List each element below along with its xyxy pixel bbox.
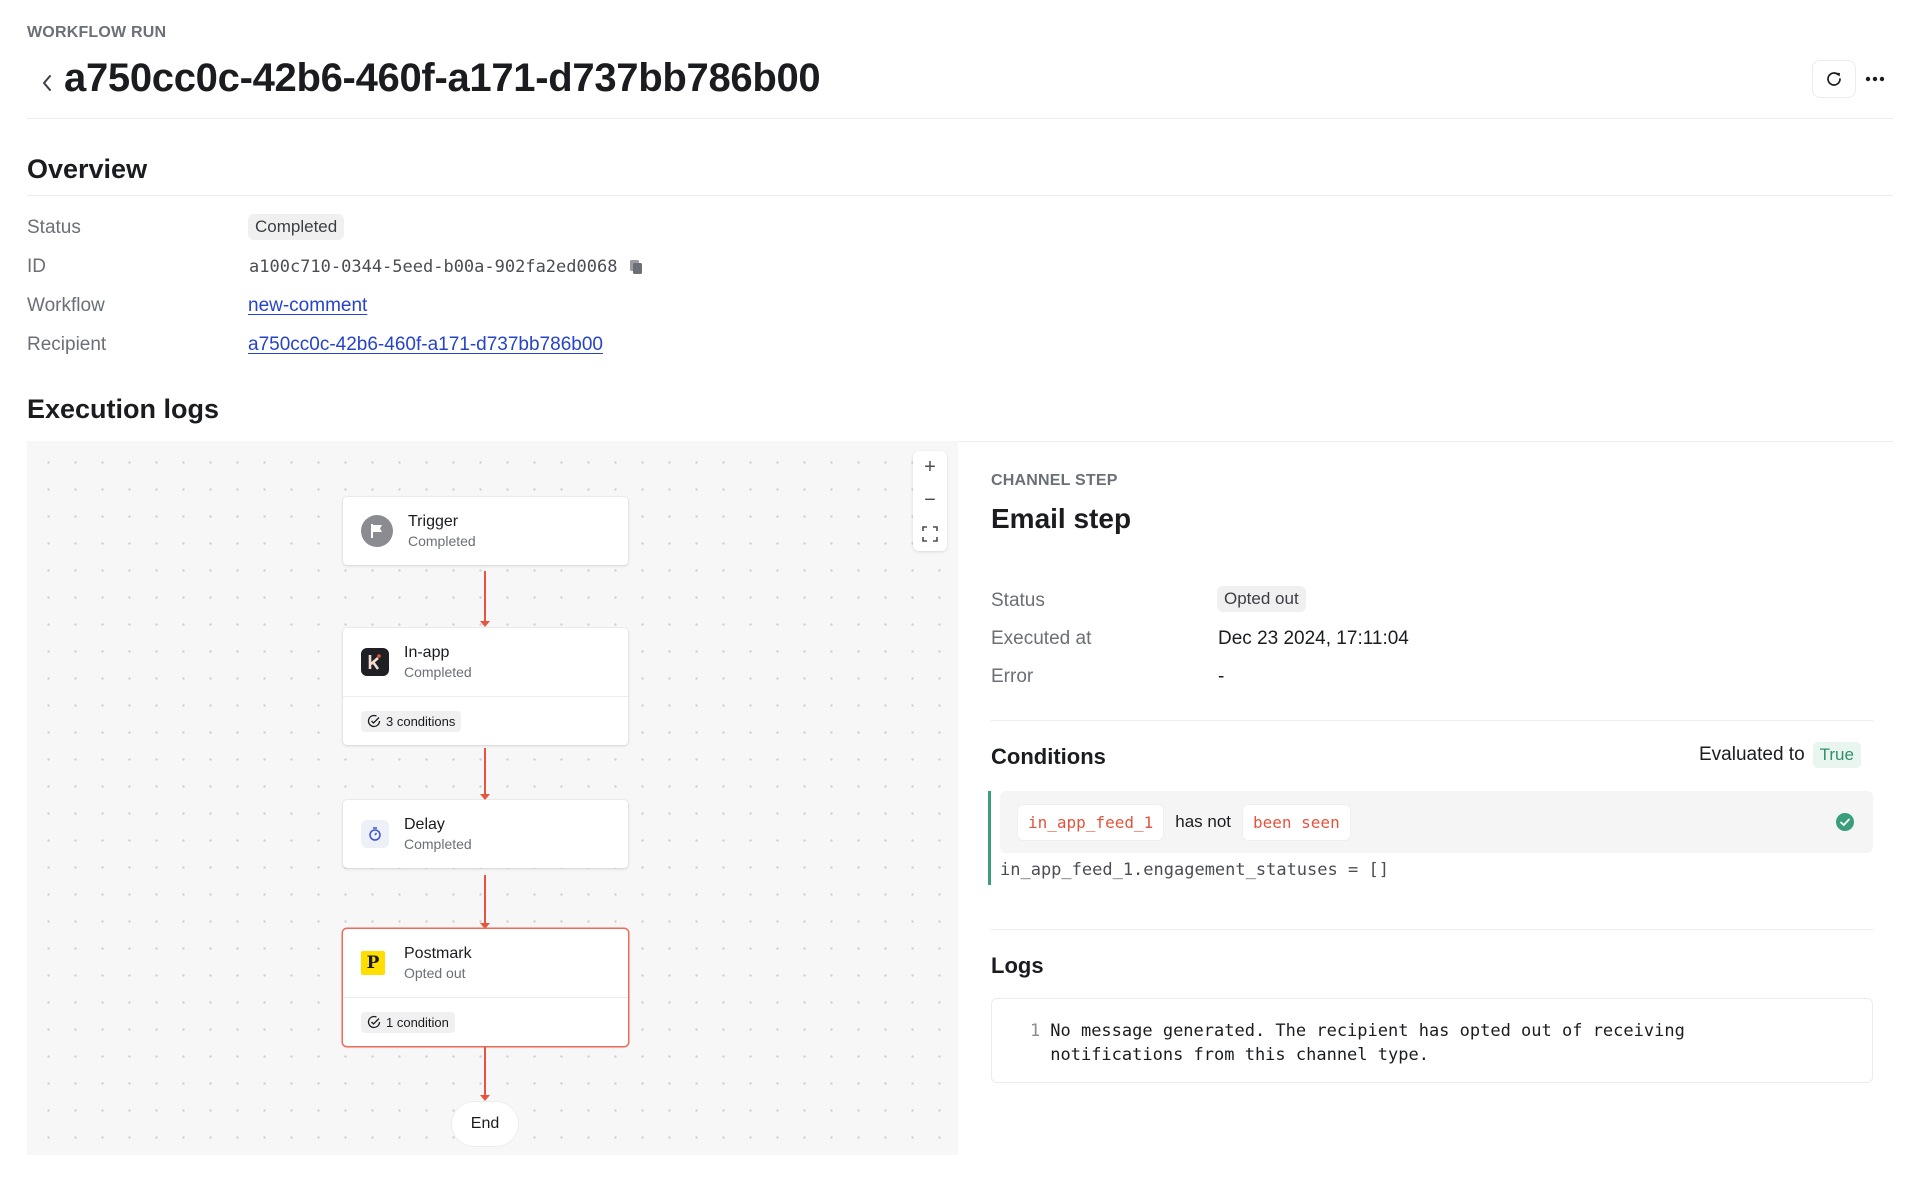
execution-divider xyxy=(958,441,1893,442)
edge-connector xyxy=(480,875,490,929)
node-title: In-app xyxy=(404,644,450,661)
timer-icon xyxy=(361,820,389,848)
node-status: Completed xyxy=(408,533,476,549)
log-viewer: 1 No message generated. The recipient ha… xyxy=(991,998,1873,1083)
copy-icon xyxy=(630,260,643,274)
check-passed-icon xyxy=(1835,812,1855,837)
error-label: Error xyxy=(991,666,1034,687)
node-trigger[interactable]: Trigger Completed xyxy=(343,497,628,565)
header-divider xyxy=(27,118,1893,119)
log-line-text: No message generated. The recipient has … xyxy=(1050,1021,1685,1065)
node-title: Delay xyxy=(404,816,445,833)
fit-view-icon xyxy=(922,526,938,543)
conditions-chip[interactable]: 3 conditions xyxy=(361,710,462,732)
page-title: a750cc0c-42b6-460f-a171-d737bb786b00 xyxy=(64,56,821,100)
run-id-value: a100c710-0344-5eed-b00a-902fa2ed0068 xyxy=(249,257,618,277)
log-line-number: 1 xyxy=(1030,1021,1041,1041)
overview-id-label: ID xyxy=(27,256,46,277)
edge-connector xyxy=(480,1047,490,1101)
check-circle-icon xyxy=(367,1015,381,1029)
condition-row: in_app_feed_1 has not been seen xyxy=(1000,791,1873,853)
overview-divider xyxy=(27,195,1893,196)
executed-at-label: Executed at xyxy=(991,628,1092,649)
step-divider xyxy=(991,720,1873,721)
overview-recipient-label: Recipient xyxy=(27,334,107,355)
edge-connector xyxy=(480,571,490,627)
step-title: Email step xyxy=(991,503,1132,534)
executed-at-value: Dec 23 2024, 17:11:04 xyxy=(1218,628,1409,649)
node-title: Trigger xyxy=(408,513,459,530)
flag-icon xyxy=(361,515,393,547)
conditions-chip[interactable]: 1 condition xyxy=(361,1011,455,1033)
zoom-in-button[interactable]: + xyxy=(913,451,947,484)
condition-operator: has not xyxy=(1175,812,1231,831)
execution-logs-title: Execution logs xyxy=(27,394,220,424)
edge-connector xyxy=(480,748,490,800)
recipient-link[interactable]: a750cc0c-42b6-460f-a171-d737bb786b00 xyxy=(248,334,603,355)
condition-variable: in_app_feed_1 xyxy=(1018,804,1164,840)
node-status: Completed xyxy=(404,664,472,680)
copy-id-button[interactable] xyxy=(629,259,643,275)
node-status: Opted out xyxy=(404,965,466,981)
more-options-button[interactable] xyxy=(1860,64,1890,94)
logs-title: Logs xyxy=(991,953,1044,978)
check-circle-icon xyxy=(367,714,381,728)
workflow-link[interactable]: new-comment xyxy=(248,295,367,316)
condition-expression: in_app_feed_1.engagement_statuses = [] xyxy=(1000,860,1389,880)
conditions-divider xyxy=(991,929,1873,930)
overview-title: Overview xyxy=(27,154,148,184)
condition-argument: been seen xyxy=(1243,804,1350,840)
step-status-label: Status xyxy=(991,590,1045,611)
refresh-button[interactable] xyxy=(1812,60,1856,98)
workflow-canvas[interactable]: Trigger Completed In-app Completed 3 con… xyxy=(27,441,958,1155)
overview-status-label: Status xyxy=(27,217,81,238)
conditions-title: Conditions xyxy=(991,744,1106,769)
step-status-badge: Opted out xyxy=(1217,586,1306,612)
overview-workflow-label: Workflow xyxy=(27,295,105,316)
node-in-app[interactable]: In-app Completed 3 conditions xyxy=(343,628,628,745)
evaluated-badge: True xyxy=(1812,742,1861,768)
node-status: Completed xyxy=(404,836,472,852)
zoom-controls: + − xyxy=(913,451,947,551)
conditions-count: 3 conditions xyxy=(386,713,456,729)
condition-accent-bar xyxy=(988,791,991,885)
refresh-icon xyxy=(1827,72,1841,86)
postmark-logo-icon: P xyxy=(361,951,385,975)
more-horizontal-icon xyxy=(1865,76,1885,82)
node-title: Postmark xyxy=(404,945,472,962)
error-value: - xyxy=(1218,666,1225,687)
fit-view-button[interactable] xyxy=(913,518,947,551)
back-button[interactable] xyxy=(36,69,58,97)
evaluated-label: Evaluated to xyxy=(1699,744,1805,765)
node-postmark[interactable]: P Postmark Opted out 1 condition xyxy=(343,929,628,1046)
node-delay[interactable]: Delay Completed xyxy=(343,800,628,868)
conditions-count: 1 condition xyxy=(386,1014,449,1030)
chevron-left-icon xyxy=(43,75,51,91)
step-eyebrow: CHANNEL STEP xyxy=(991,472,1118,489)
node-end: End xyxy=(452,1102,518,1146)
knock-logo-icon xyxy=(361,648,389,676)
status-badge: Completed xyxy=(248,214,345,240)
page-eyebrow: WORKFLOW RUN xyxy=(27,24,167,41)
zoom-out-button[interactable]: − xyxy=(913,484,947,517)
